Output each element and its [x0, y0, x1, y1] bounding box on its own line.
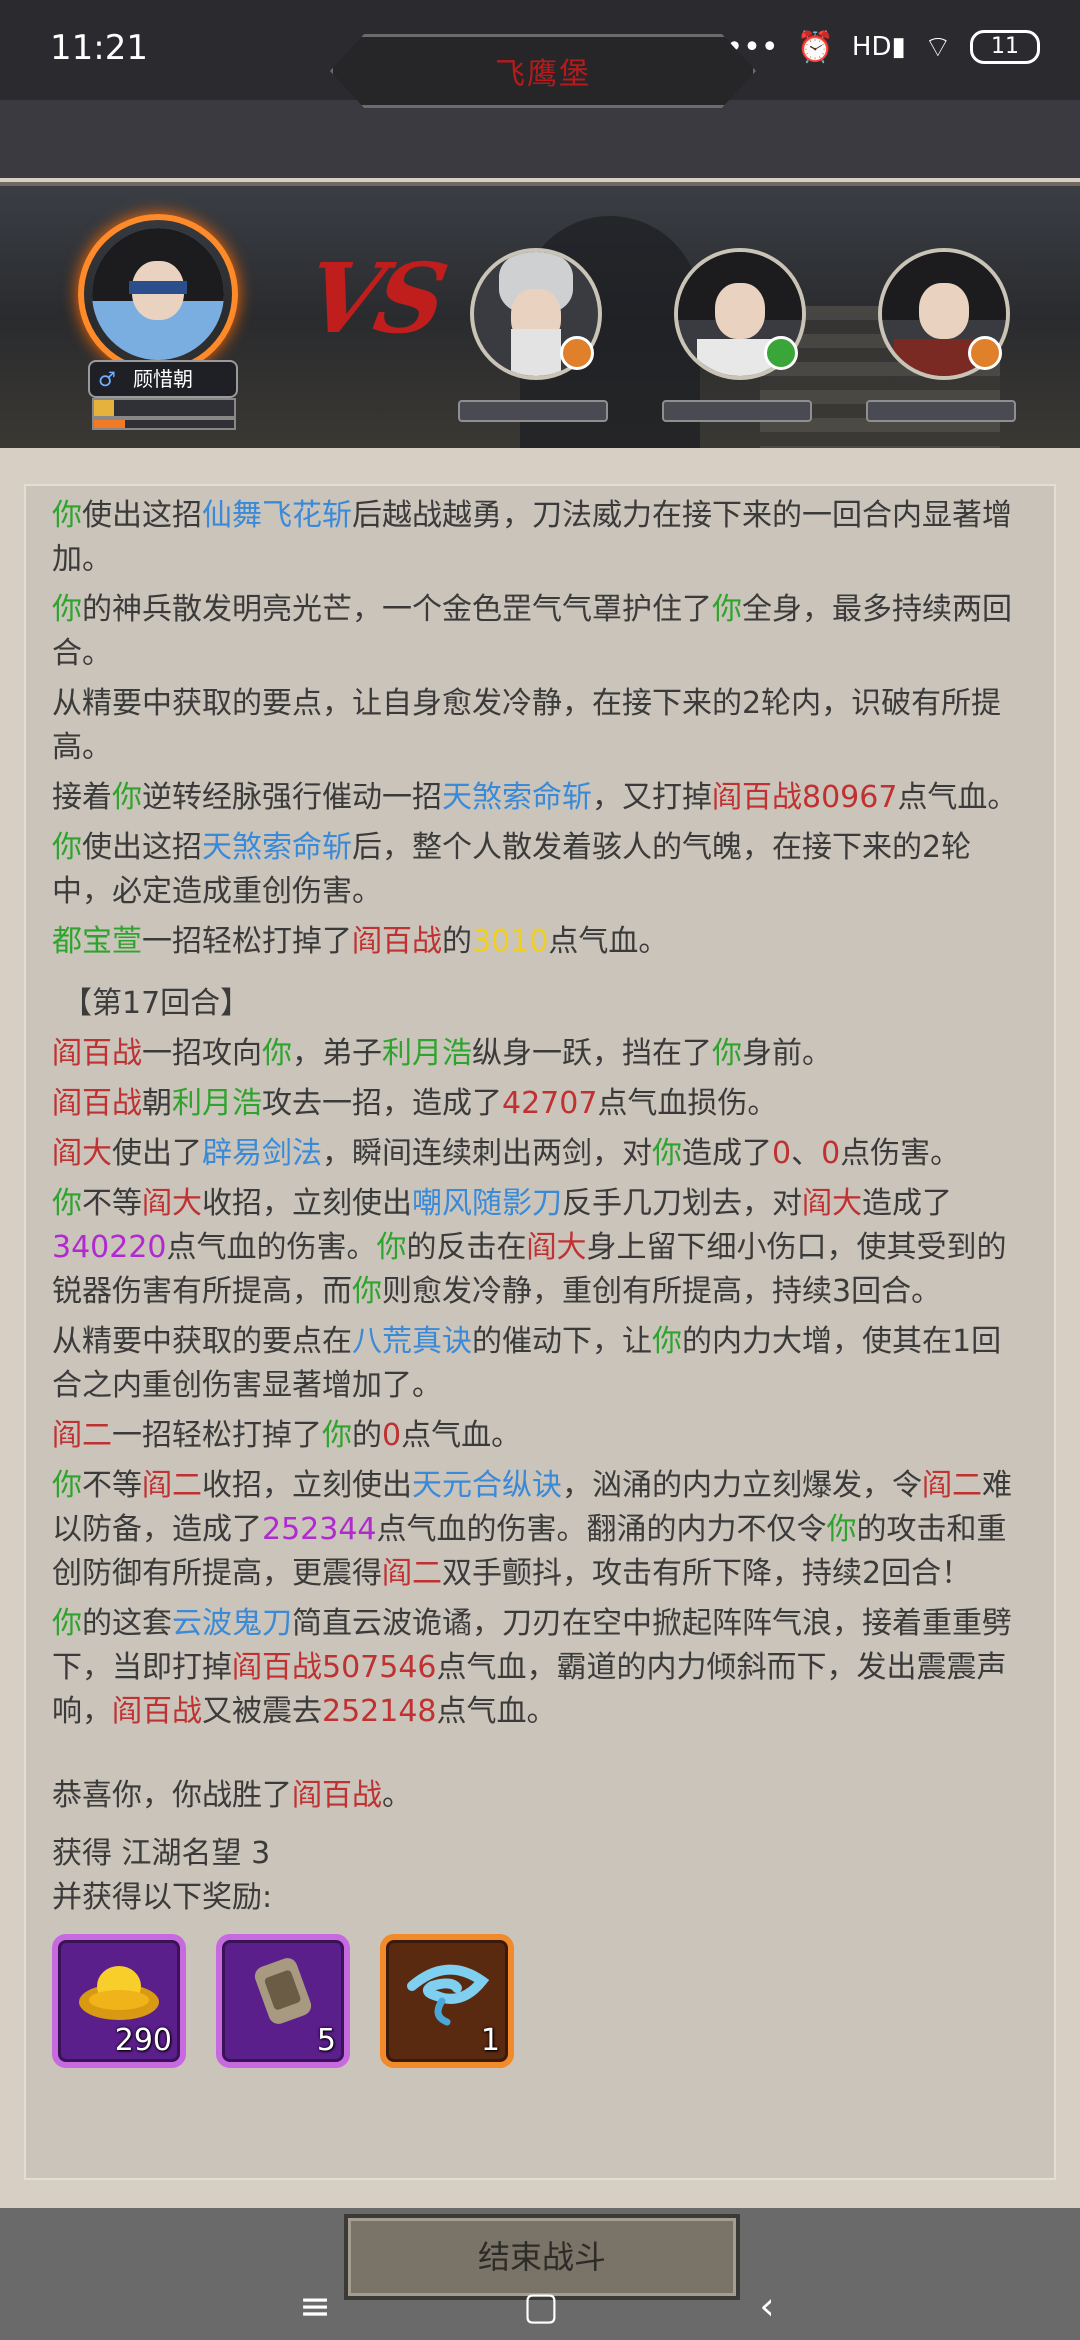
battery-icon: 11	[970, 30, 1040, 64]
reward-count: 5	[316, 2023, 336, 2058]
log-line: 你使出这招天煞索命斩后，整个人散发着骇人的气魄，在接下来的2轮中，必定造成重创伤…	[52, 830, 972, 909]
log-line: 阎大使出了辟易剑法，瞬间连续刺出两剑，对你造成了0、0点伤害。	[52, 1136, 961, 1171]
enemy-2-faction-badge	[764, 336, 798, 370]
player-energy-bar	[92, 418, 236, 430]
system-nav-bar: ≡ ▢ ‹	[0, 2270, 1080, 2340]
white-beard	[511, 328, 561, 376]
round-header: 【第17回合】	[62, 986, 251, 1021]
log-line: 你的这套云波鬼刀简直云波诡谲，刀刃在空中掀起阵阵气浪，接着重重劈下，当即打掉阎百…	[52, 1606, 1012, 1729]
player-hp-bar	[92, 398, 236, 418]
menu-icon[interactable]: ≡	[290, 2284, 340, 2328]
page-title: 飞鹰堡	[495, 57, 591, 92]
log-line: 你不等阎二收招，立刻使出天元合纵诀，汹涌的内力立刻爆发，令阎二难以防备，造成了2…	[52, 1468, 1012, 1591]
reward-count: 1	[480, 2023, 500, 2058]
player-name-plate: ♂ 顾惜朝	[88, 360, 238, 398]
enemy-3-faction-badge	[968, 336, 1002, 370]
enemy-3-hp-bar	[866, 400, 1016, 422]
title-plate: 飞鹰堡	[330, 34, 756, 108]
player-name: 顾惜朝	[133, 367, 193, 391]
log-line: 阎二一招轻松打掉了你的0点气血。	[52, 1418, 522, 1453]
player-avatar	[92, 228, 224, 360]
reward-items: 290 5 1	[52, 1934, 1026, 2068]
blue-swirl-icon	[407, 1964, 490, 2026]
battle-log-panel[interactable]: 你使出这招仙舞飞花斩后越战越勇，刀法威力在接下来的一回合内显著增加。 你的神兵散发…	[24, 484, 1056, 2180]
enemy-1-faction-badge	[560, 336, 594, 370]
battle-banner: ♂ 顾惜朝 VS	[0, 182, 1080, 448]
hd-signal-icon: HD▮	[851, 32, 906, 62]
blindfold	[128, 280, 188, 294]
enemy-2-hp-bar	[662, 400, 812, 422]
bronze-token-icon	[254, 1958, 312, 2025]
reward-item-token[interactable]: 5	[216, 1934, 350, 2068]
reward-subtitle: 并获得以下奖励:	[52, 1880, 273, 1915]
log-line: 你的神兵散发明亮光芒，一个金色罡气气罩护住了你全身，最多持续两回合。	[52, 592, 1012, 671]
battle-log-round-17: 阎百战一招攻向你，弟子利月浩纵身一跃，挡在了你身前。 阎百战朝利月浩攻去一招，造成…	[52, 1032, 1026, 1734]
log-line: 从精要中获取的要点在八荒真诀的催动下，让你的内力大增，使其在1回合之内重创伤害显…	[52, 1324, 1002, 1403]
reward-item-gold[interactable]: 290	[52, 1934, 186, 2068]
log-line: 接着你逆转经脉强行催动一招天煞索命斩，又打掉阎百战80967点气血。	[52, 780, 1018, 815]
status-icons: ••• ⏰ HD▮ ⌔ 11	[725, 28, 1040, 66]
log-line: 从精要中获取的要点，让自身愈发冷静，在接下来的2轮内，识破有所提高。	[52, 686, 1002, 765]
header-strip	[0, 100, 1080, 178]
log-line: 你使出这招仙舞飞花斩后越战越勇，刀法威力在接下来的一回合内显著增加。	[52, 498, 1012, 577]
log-line: 你不等阎大收招，立刻使出嘲风随影刀反手几刀划去，对阎大造成了340220点气血的…	[52, 1186, 1007, 1309]
player-portrait[interactable]	[78, 214, 238, 374]
gold-ingot-icon	[79, 1966, 159, 2021]
battle-log-before-round: 你使出这招仙舞飞花斩后越战越勇，刀法威力在接下来的一回合内显著增加。 你的神兵散发…	[52, 494, 1026, 964]
alarm-icon: ⏰	[796, 29, 834, 65]
male-icon: ♂	[98, 367, 116, 391]
log-line: 都宝萱一招轻松打掉了阎百战的3010点气血。	[52, 924, 669, 959]
enemy-1-hp-bar	[458, 400, 608, 422]
reputation-gain: 获得 江湖名望 3	[52, 1836, 271, 1871]
wifi-icon: ⌔	[923, 30, 952, 65]
log-line: 阎百战一招攻向你，弟子利月浩纵身一跃，挡在了你身前。	[52, 1036, 832, 1071]
home-icon[interactable]: ▢	[516, 2284, 566, 2328]
log-line: 阎百战朝利月浩攻去一招，造成了42707点气血损伤。	[52, 1086, 778, 1121]
vs-label: VS	[298, 242, 450, 355]
reward-item-swirl[interactable]: 1	[380, 1934, 514, 2068]
clock: 11:21	[50, 28, 148, 68]
back-icon[interactable]: ‹	[742, 2284, 792, 2328]
reward-count: 290	[114, 2023, 172, 2058]
victory-message: 恭喜你，你战胜了阎百战。	[52, 1778, 412, 1813]
